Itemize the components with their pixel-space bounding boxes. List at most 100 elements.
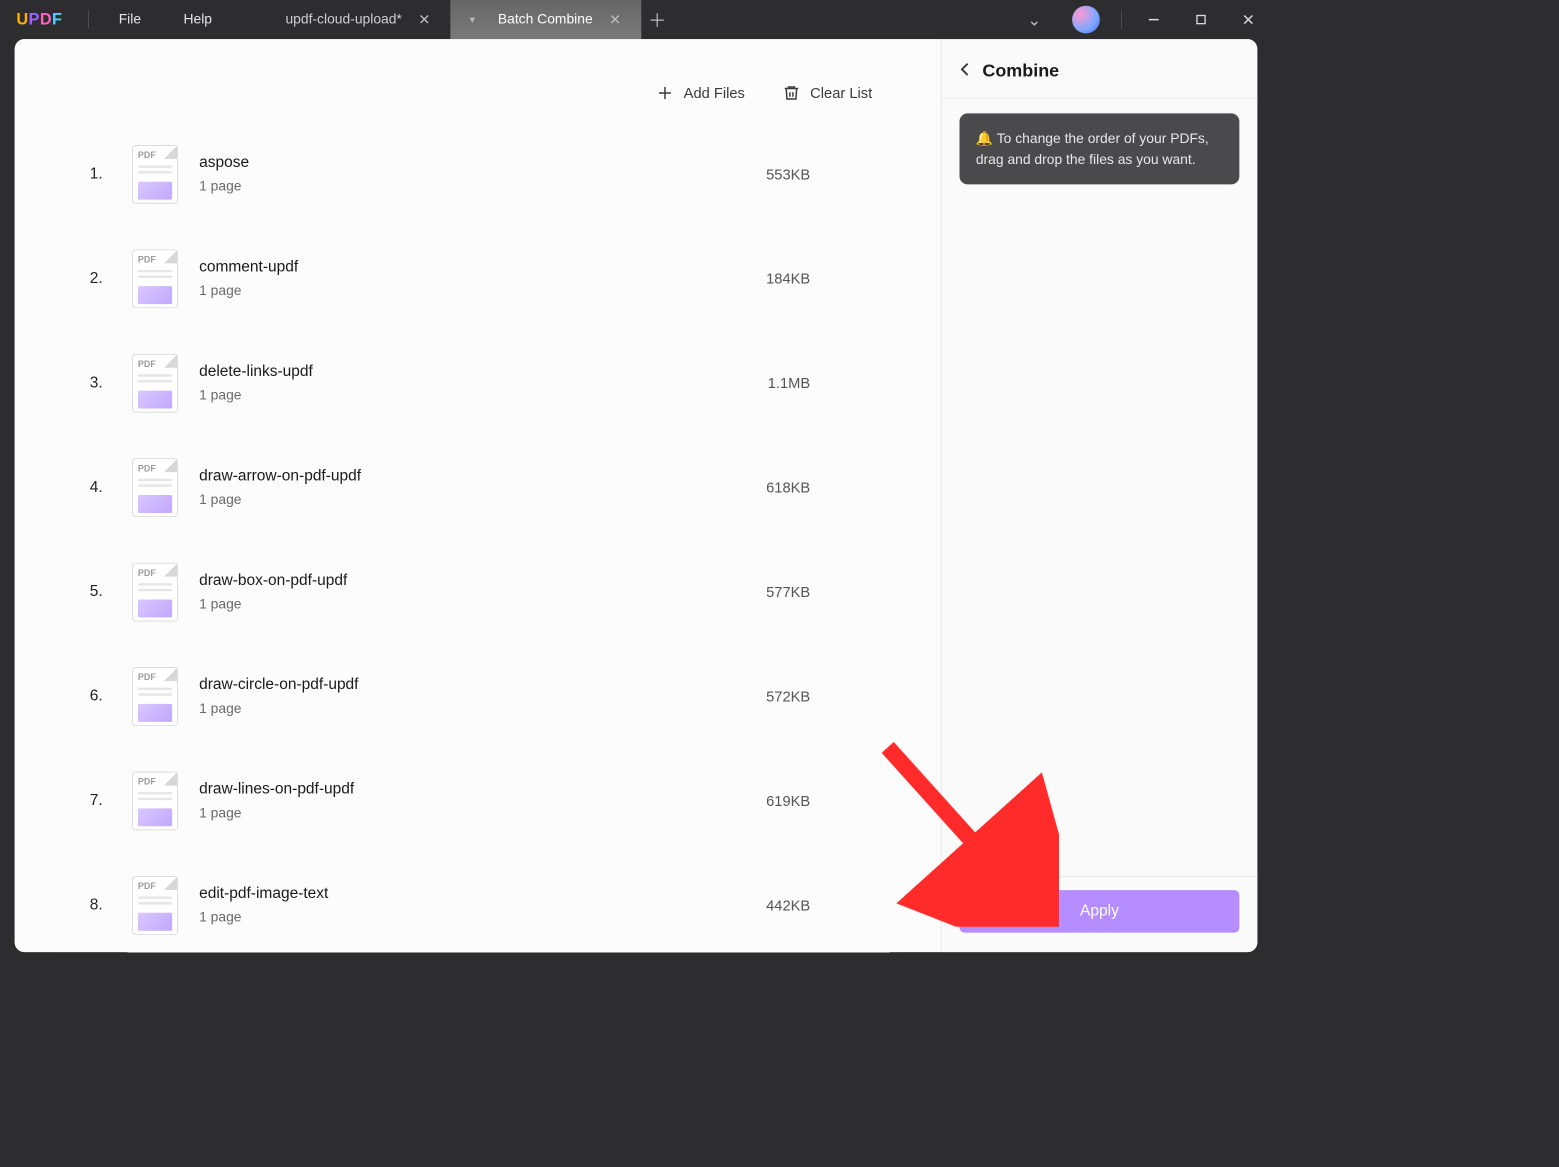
file-pages: 1 page <box>199 388 313 404</box>
pdf-badge: PDF <box>138 151 156 161</box>
file-meta: draw-box-on-pdf-updf 1 page <box>199 572 347 613</box>
file-meta: draw-circle-on-pdf-updf 1 page <box>199 676 358 717</box>
file-size: 184KB <box>766 270 810 287</box>
chevron-down-icon[interactable]: ▾ <box>470 13 475 26</box>
tab-label: Batch Combine <box>498 11 593 27</box>
file-name: comment-updf <box>199 259 298 277</box>
file-list-wrap: Add Files Clear List 1. PDF aspose 1 pag… <box>55 72 908 952</box>
pdf-badge: PDF <box>138 569 156 579</box>
file-pages: 1 page <box>199 701 358 717</box>
close-icon[interactable]: ✕ <box>609 11 621 28</box>
pdf-badge: PDF <box>138 255 156 265</box>
titlebar-right: ⌄ <box>1009 0 1272 39</box>
pdf-icon: PDF <box>132 250 178 309</box>
menu-help[interactable]: Help <box>162 11 233 27</box>
file-meta: draw-lines-on-pdf-updf 1 page <box>199 781 354 822</box>
file-name: aspose <box>199 154 249 172</box>
apply-button[interactable]: Apply <box>960 890 1240 932</box>
file-meta: delete-links-updf 1 page <box>199 363 313 404</box>
pdf-icon: PDF <box>132 563 178 622</box>
pdf-icon: PDF <box>132 145 178 204</box>
file-row[interactable]: 7. PDF draw-lines-on-pdf-updf 1 page 619… <box>55 749 908 853</box>
file-row[interactable]: 2. PDF comment-updf 1 page 184KB <box>55 227 908 331</box>
pdf-badge: PDF <box>138 882 156 892</box>
app-surface: Add Files Clear List 1. PDF aspose 1 pag… <box>15 39 1258 952</box>
app-logo: UPDF <box>0 10 80 29</box>
tab-batch-combine[interactable]: ▾ Batch Combine ✕ <box>450 0 641 39</box>
file-index: 8. <box>90 897 132 915</box>
pdf-icon: PDF <box>132 459 178 518</box>
chevron-down-icon[interactable]: ⌄ <box>1009 9 1059 29</box>
new-tab-button[interactable]: ＋ <box>641 0 674 39</box>
add-files-button[interactable]: Add Files <box>656 84 745 102</box>
titlebar: UPDF File Help updf-cloud-upload* ✕ ▾ Ba… <box>0 0 1272 39</box>
file-row[interactable]: 8. PDF edit-pdf-image-text 1 page 442KB <box>55 853 908 952</box>
maximize-button[interactable] <box>1177 0 1224 39</box>
add-files-label: Add Files <box>684 84 745 101</box>
menu-file[interactable]: File <box>97 11 162 27</box>
pdf-icon: PDF <box>132 667 178 726</box>
side-bottom: Apply <box>942 876 1258 952</box>
file-meta: draw-arrow-on-pdf-updf 1 page <box>199 468 361 509</box>
side-head: Combine <box>942 39 1258 99</box>
file-name: draw-lines-on-pdf-updf <box>199 781 354 799</box>
file-name: draw-circle-on-pdf-updf <box>199 676 358 694</box>
tip-box: 🔔 To change the order of your PDFs, drag… <box>960 113 1240 184</box>
close-window-button[interactable] <box>1225 0 1272 39</box>
file-row[interactable]: 6. PDF draw-circle-on-pdf-updf 1 page 57… <box>55 645 908 749</box>
pdf-icon: PDF <box>132 354 178 413</box>
file-index: 2. <box>90 270 132 288</box>
file-index: 1. <box>90 166 132 184</box>
file-pages: 1 page <box>199 596 347 612</box>
file-pages: 1 page <box>199 805 354 821</box>
file-meta: edit-pdf-image-text 1 page <box>199 885 328 926</box>
file-size: 577KB <box>766 584 810 601</box>
file-meta: aspose 1 page <box>199 154 249 195</box>
file-size: 442KB <box>766 897 810 914</box>
file-pages: 1 page <box>199 179 249 195</box>
menu-separator <box>1121 11 1122 29</box>
avatar[interactable] <box>1072 6 1100 34</box>
file-index: 5. <box>90 583 132 601</box>
file-size: 618KB <box>766 479 810 496</box>
menu-separator <box>89 11 90 29</box>
tab-document[interactable]: updf-cloud-upload* ✕ <box>266 0 450 39</box>
pdf-badge: PDF <box>138 673 156 683</box>
file-name: draw-arrow-on-pdf-updf <box>199 468 361 486</box>
file-pages: 1 page <box>199 910 328 926</box>
pdf-icon: PDF <box>132 876 178 935</box>
file-pages: 1 page <box>199 283 298 299</box>
file-index: 7. <box>90 792 132 810</box>
minimize-button[interactable] <box>1130 0 1177 39</box>
pdf-badge: PDF <box>138 778 156 788</box>
clear-list-button[interactable]: Clear List <box>782 84 872 102</box>
file-list[interactable]: 1. PDF aspose 1 page 553KB 2. PDF commen… <box>55 114 908 952</box>
pdf-icon: PDF <box>132 772 178 831</box>
tabbar: updf-cloud-upload* ✕ ▾ Batch Combine ✕ ＋ <box>266 0 674 39</box>
tip-text: To change the order of your PDFs, drag a… <box>976 131 1209 167</box>
file-index: 3. <box>90 375 132 393</box>
file-size: 572KB <box>766 688 810 705</box>
file-row[interactable]: 5. PDF draw-box-on-pdf-updf 1 page 577KB <box>55 540 908 644</box>
main-pane: Add Files Clear List 1. PDF aspose 1 pag… <box>15 39 941 952</box>
tab-label: updf-cloud-upload* <box>285 11 401 27</box>
pdf-badge: PDF <box>138 360 156 370</box>
trash-icon <box>782 84 800 102</box>
file-meta: comment-updf 1 page <box>199 259 298 300</box>
file-row[interactable]: 4. PDF draw-arrow-on-pdf-updf 1 page 618… <box>55 436 908 540</box>
file-pages: 1 page <box>199 492 361 508</box>
back-button[interactable] <box>960 62 971 81</box>
list-toolbar: Add Files Clear List <box>55 72 908 114</box>
file-name: draw-box-on-pdf-updf <box>199 572 347 590</box>
clear-list-label: Clear List <box>810 84 872 101</box>
close-icon[interactable]: ✕ <box>418 11 430 28</box>
side-title: Combine <box>982 60 1059 81</box>
file-size: 1.1MB <box>768 375 810 392</box>
file-size: 553KB <box>766 166 810 183</box>
plus-icon <box>656 84 674 102</box>
file-index: 4. <box>90 479 132 497</box>
pdf-badge: PDF <box>138 464 156 474</box>
file-row[interactable]: 3. PDF delete-links-updf 1 page 1.1MB <box>55 331 908 435</box>
file-row[interactable]: 1. PDF aspose 1 page 553KB <box>55 122 908 226</box>
bell-icon: 🔔 <box>976 131 993 147</box>
